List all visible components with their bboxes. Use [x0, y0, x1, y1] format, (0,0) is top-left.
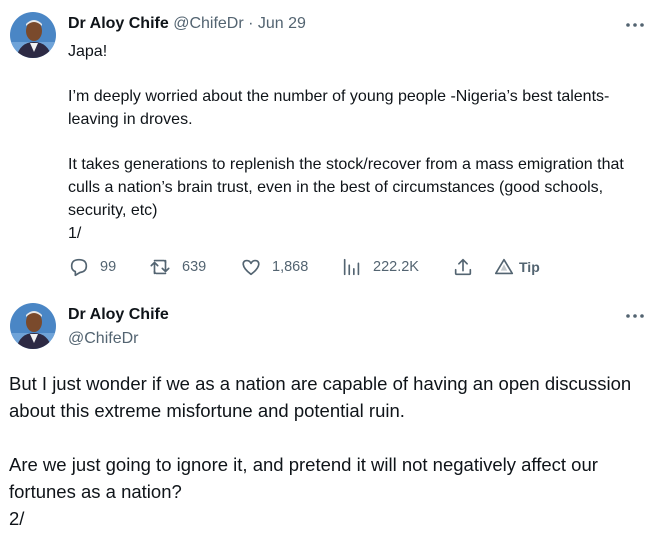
retweet-button[interactable]: 639: [148, 255, 206, 279]
more-options-icon[interactable]: [624, 309, 646, 323]
author-name[interactable]: Dr Aloy Chife: [68, 304, 169, 326]
share-icon: [454, 258, 472, 276]
more-options-icon[interactable]: [624, 18, 646, 32]
separator: ·: [243, 15, 258, 32]
tip-label: Tip: [519, 259, 540, 275]
tweet-text: Japa! I’m deeply worried about the numbe…: [68, 40, 643, 245]
tip-icon: [494, 258, 514, 275]
views-count: 222.2K: [373, 259, 419, 275]
tweet-header: Dr Aloy Chife @ChifeDr · Jun 29: [68, 13, 306, 35]
views-button[interactable]: 222.2K: [341, 255, 419, 279]
share-button[interactable]: [452, 255, 474, 279]
tweet-paragraph: I’m deeply worried about the number of y…: [68, 88, 614, 128]
reply-icon: [70, 258, 88, 277]
tweet-actions: 99 639 1,868 222.2K Tip: [68, 255, 628, 279]
author-handle[interactable]: @ChifeDr: [68, 328, 138, 350]
author-handle[interactable]: @ChifeDr: [173, 15, 243, 32]
tweet-paragraph: But I just wonder if we as a nation are …: [9, 373, 637, 421]
retweet-count: 639: [182, 259, 207, 275]
like-button[interactable]: 1,868: [240, 255, 308, 279]
tweet-paragraph: Japa!: [68, 43, 108, 60]
tweet-text: But I just wonder if we as a nation are …: [9, 370, 645, 532]
avatar[interactable]: [10, 12, 56, 58]
author-name[interactable]: Dr Aloy Chife: [68, 15, 169, 32]
tweet-paragraph: It takes generations to replenish the st…: [68, 156, 624, 242]
tweet-date[interactable]: Jun 29: [258, 15, 306, 32]
tweet-paragraph: Are we just going to ignore it, and pret…: [9, 454, 598, 529]
like-count: 1,868: [272, 259, 309, 275]
retweet-icon: [150, 259, 170, 275]
tip-button[interactable]: Tip: [493, 255, 540, 279]
like-icon: [242, 259, 260, 276]
views-icon: [343, 258, 360, 276]
reply-count: 99: [100, 259, 117, 275]
reply-button[interactable]: 99: [68, 255, 116, 279]
avatar[interactable]: [10, 303, 56, 349]
